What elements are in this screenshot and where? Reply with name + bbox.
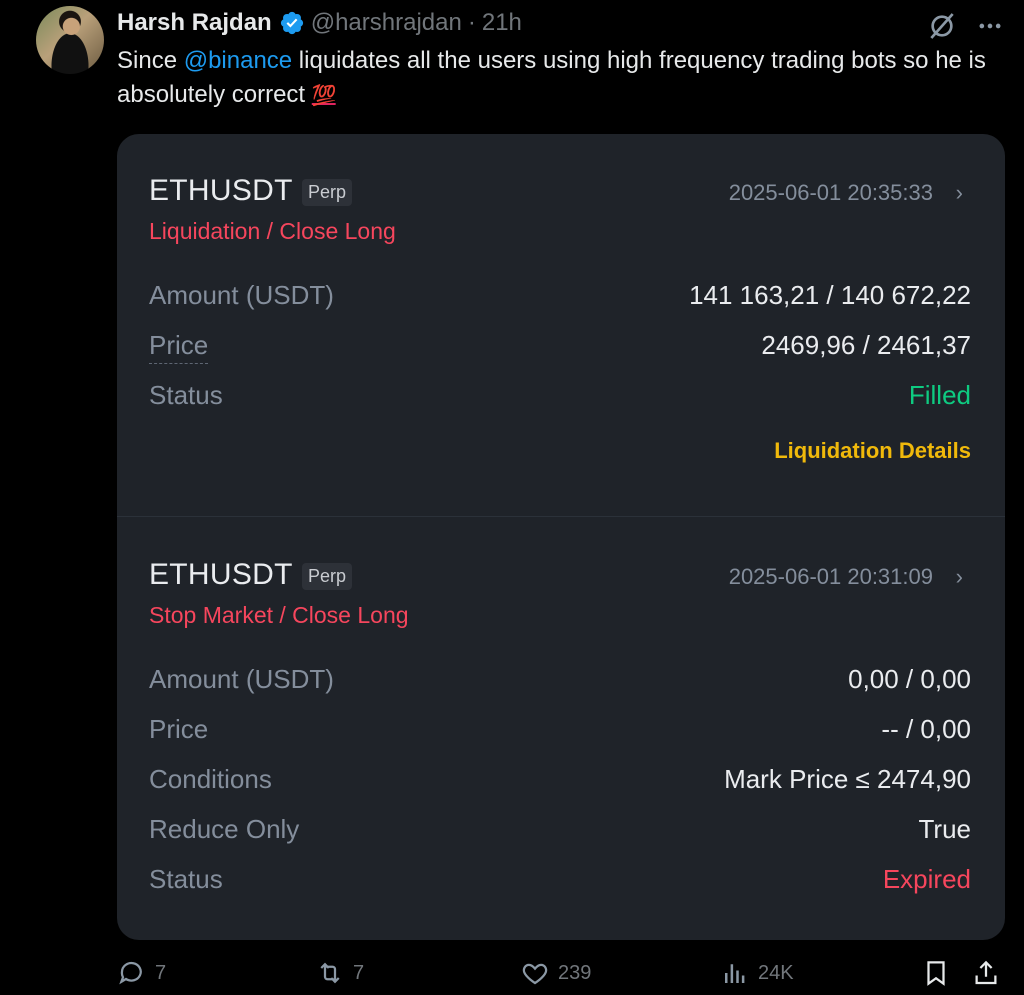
more-icon[interactable] xyxy=(976,12,1004,40)
tweet-action-bar: 7 7 239 24K xyxy=(117,958,1007,994)
reply-button[interactable]: 7 xyxy=(117,958,166,988)
order-timestamp: 2025-06-01 20:35:33 xyxy=(728,180,933,205)
bookmark-button[interactable] xyxy=(921,958,951,988)
row-value: Mark Price ≤ 2474,90 xyxy=(724,764,971,794)
author-handle[interactable]: @harshrajdan xyxy=(311,9,462,37)
reply-icon xyxy=(119,961,142,985)
liquidation-details-link[interactable]: Liquidation Details xyxy=(774,438,971,464)
verified-badge-icon xyxy=(280,11,303,35)
order-timestamp: 2025-06-01 20:31:09 xyxy=(728,564,933,589)
row-label[interactable]: Price xyxy=(149,330,209,364)
order-type: Stop Market / Close Long xyxy=(149,602,409,628)
row-label: Price xyxy=(149,714,209,744)
status-badge: Filled xyxy=(908,380,971,410)
share-icon xyxy=(975,960,997,985)
status-badge: Expired xyxy=(882,864,971,894)
grok-icon[interactable] xyxy=(926,10,958,42)
mention-link[interactable]: @binance xyxy=(184,47,292,74)
order-row-price: Price 2469,96 / 2461,37 xyxy=(149,330,971,380)
order-row-conditions: Conditions Mark Price ≤ 2474,90 xyxy=(149,764,971,814)
chevron-right-icon[interactable]: › xyxy=(956,564,963,590)
order-row-status: Status Filled xyxy=(149,380,971,430)
order-card: ETHUSDT Perp 2025-06-01 20:31:09 › Stop … xyxy=(149,558,971,914)
row-label: Status xyxy=(149,864,223,894)
order-row-price: Price -- / 0,00 xyxy=(149,714,971,764)
perp-tag: Perp xyxy=(302,563,353,590)
order-header: ETHUSDT Perp 2025-06-01 20:35:33 › xyxy=(149,174,971,214)
chevron-right-icon[interactable]: › xyxy=(956,180,963,206)
row-value: 0,00 / 0,00 xyxy=(848,664,971,694)
order-divider xyxy=(117,516,1005,517)
tweet-time[interactable]: 21h xyxy=(482,9,522,37)
order-row-reduce-only: Reduce Only True xyxy=(149,814,971,864)
order-symbol: ETHUSDT xyxy=(149,174,293,207)
row-value: 2469,96 / 2461,37 xyxy=(761,330,971,360)
reply-count: 7 xyxy=(155,961,167,984)
bookmark-icon xyxy=(927,961,945,986)
row-value: True xyxy=(918,814,972,844)
row-label: Amount (USDT) xyxy=(149,280,334,310)
separator-dot: · xyxy=(467,9,476,36)
like-count: 239 xyxy=(558,961,592,984)
share-button[interactable] xyxy=(971,958,1001,988)
tweet-text-part1: Since xyxy=(117,47,184,74)
order-row-amount: Amount (USDT) 141 163,21 / 140 672,22 xyxy=(149,280,971,330)
tweet-text: Since @binance liquidates all the users … xyxy=(117,44,997,113)
hundred-points-emoji: 💯 xyxy=(311,85,337,107)
like-button[interactable]: 239 xyxy=(520,958,591,988)
author-name[interactable]: Harsh Rajdan xyxy=(117,9,272,37)
like-icon xyxy=(522,963,548,985)
order-header: ETHUSDT Perp 2025-06-01 20:31:09 › xyxy=(149,558,971,598)
views-button[interactable]: 24K xyxy=(720,958,794,988)
row-value: 141 163,21 / 140 672,22 xyxy=(689,280,971,310)
order-row-amount: Amount (USDT) 0,00 / 0,00 xyxy=(149,664,971,714)
attached-image-card[interactable]: ETHUSDT Perp 2025-06-01 20:35:33 › Liqui… xyxy=(117,134,1005,940)
repost-count: 7 xyxy=(353,961,365,984)
order-row-status: Status Expired xyxy=(149,864,971,914)
tweet-top-actions xyxy=(926,10,1004,42)
order-card: ETHUSDT Perp 2025-06-01 20:35:33 › Liqui… xyxy=(149,174,971,470)
row-label: Conditions xyxy=(149,764,272,794)
row-value: -- / 0,00 xyxy=(881,714,971,744)
views-icon xyxy=(725,964,745,983)
row-label: Amount (USDT) xyxy=(149,664,334,694)
row-label: Status xyxy=(149,380,223,410)
tweet-header: Harsh Rajdan @harshrajdan · 21h xyxy=(117,6,522,40)
order-symbol: ETHUSDT xyxy=(149,558,293,591)
avatar[interactable] xyxy=(36,6,104,74)
row-label: Reduce Only xyxy=(149,814,300,844)
views-count: 24K xyxy=(758,961,794,984)
repost-button[interactable]: 7 xyxy=(315,958,364,988)
order-type: Liquidation / Close Long xyxy=(149,218,396,244)
repost-icon xyxy=(320,962,340,984)
perp-tag: Perp xyxy=(302,179,353,206)
